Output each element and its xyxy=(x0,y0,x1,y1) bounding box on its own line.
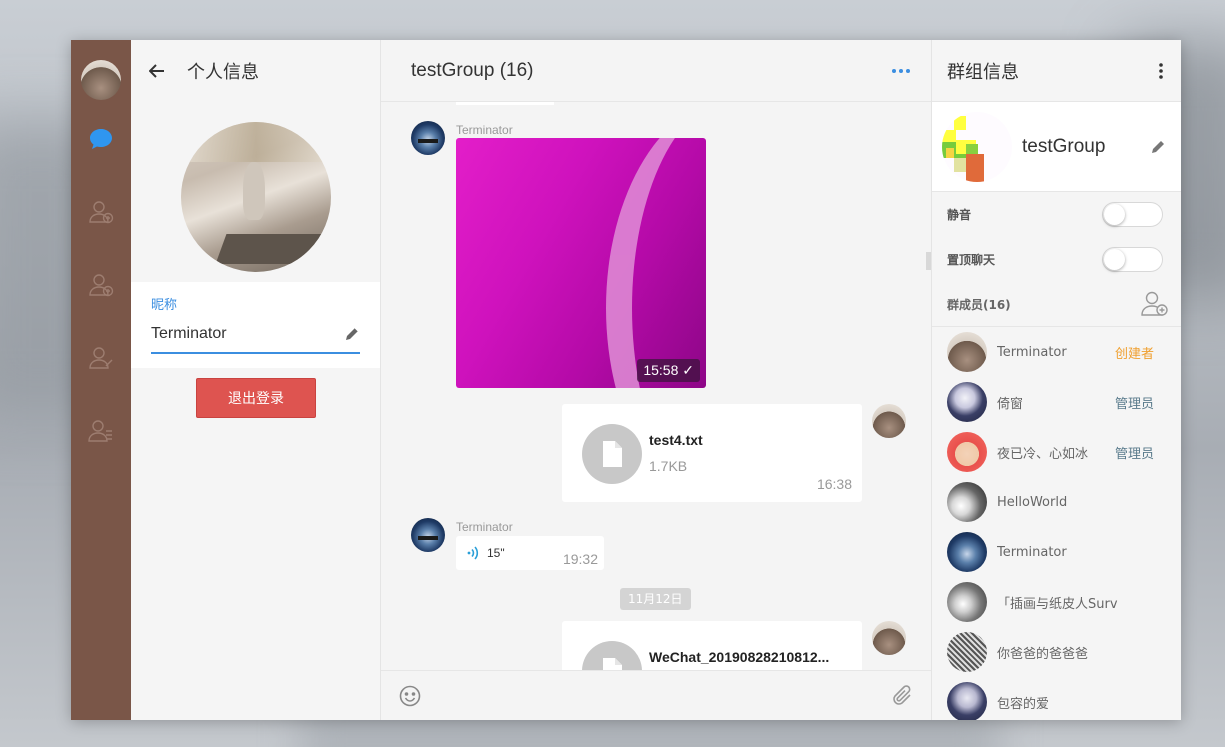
sender-name: Terminator xyxy=(456,123,513,137)
group-header: 群组信息 xyxy=(932,40,1181,102)
file-message[interactable]: test4.txt 1.7KB 16:38 xyxy=(562,404,862,502)
contacts-icon xyxy=(89,201,114,224)
message-time: 16:38 xyxy=(816,476,852,492)
pin-label: 置顶聊天 xyxy=(947,253,996,267)
member-name: Terminator xyxy=(997,544,1067,560)
sender-name: Terminator xyxy=(456,520,513,534)
avatar xyxy=(947,332,987,372)
members-count-label: 群成员(16) xyxy=(947,297,1011,312)
mute-row: 静音 xyxy=(932,192,1181,237)
more-dots-icon[interactable] xyxy=(891,68,911,74)
nav-add-friend[interactable] xyxy=(71,268,131,302)
member-name: 「插画与纸皮人Surv xyxy=(997,596,1118,612)
profile-panel: 个人信息 昵称 Terminator 退出登录 xyxy=(131,40,381,720)
members-header: 群成员(16) xyxy=(932,282,1181,327)
avatar xyxy=(947,582,987,622)
list-item[interactable]: 夜已冷、心如冰 管理员 xyxy=(932,427,1181,477)
my-avatar[interactable] xyxy=(81,60,121,100)
paperclip-icon[interactable] xyxy=(891,684,913,707)
pin-toggle[interactable] xyxy=(1102,247,1163,272)
avatar[interactable] xyxy=(872,404,906,438)
file-icon xyxy=(582,641,642,670)
avatar xyxy=(947,382,987,422)
back-arrow-icon[interactable] xyxy=(149,64,165,78)
group-info-panel: 群组信息 testGroup 静音 置顶聊天 群成员(16) Terminato… xyxy=(932,40,1181,720)
group-name: testGroup xyxy=(1022,135,1106,157)
nav-contacts[interactable] xyxy=(71,195,131,229)
avatar xyxy=(947,532,987,572)
emoji-icon[interactable] xyxy=(399,685,421,707)
member-name: HelloWorld xyxy=(997,494,1068,510)
group-card: testGroup xyxy=(932,102,1181,192)
profile-header: 个人信息 xyxy=(131,40,380,102)
date-divider: 11月12日 xyxy=(620,588,691,610)
mute-label: 静音 xyxy=(947,208,972,222)
member-name: Terminator xyxy=(997,344,1067,360)
group-info-title: 群组信息 xyxy=(947,61,1019,83)
member-name: 包容的爱 xyxy=(997,696,1050,712)
avatar xyxy=(947,682,987,720)
kebab-menu-icon[interactable] xyxy=(1159,62,1163,79)
member-role: 创建者 xyxy=(1114,346,1154,362)
avatar[interactable] xyxy=(872,621,906,655)
add-user-icon xyxy=(89,274,114,297)
group-avatar[interactable] xyxy=(942,111,1012,182)
message-list[interactable]: Terminator 15:58 ✓ test4.txt 1.7KB 16:38… xyxy=(381,102,931,670)
message-time: 19:32 xyxy=(562,551,598,567)
nav-chats[interactable] xyxy=(71,122,131,156)
image-time: 15:58 ✓ xyxy=(637,359,700,382)
scrollbar[interactable] xyxy=(926,252,931,270)
list-item[interactable]: 包容的爱 xyxy=(932,677,1181,720)
member-name: 夜已冷、心如冰 xyxy=(997,446,1089,462)
image-message[interactable]: 15:58 ✓ xyxy=(456,138,706,388)
nickname-field[interactable]: Terminator xyxy=(151,325,360,354)
pencil-icon[interactable] xyxy=(344,326,360,342)
voice-message[interactable]: 15" 19:32 xyxy=(456,536,604,570)
list-item[interactable]: 你爸爸的爸爸爸 xyxy=(932,627,1181,677)
list-item[interactable]: Terminator xyxy=(932,527,1181,577)
nickname-value: Terminator xyxy=(151,325,227,342)
member-list[interactable]: Terminator 创建者 倚窗 管理员 夜已冷、心如冰 管理员 HelloW… xyxy=(932,327,1181,720)
file-name: test4.txt xyxy=(649,432,703,448)
chat-bubble-icon xyxy=(90,129,112,149)
nav-rail xyxy=(71,40,131,720)
pencil-icon[interactable] xyxy=(1150,139,1166,155)
member-name: 你爸爸的爸爸爸 xyxy=(997,646,1089,662)
profile-avatar[interactable] xyxy=(181,122,331,272)
nickname-card: 昵称 Terminator xyxy=(131,282,380,368)
file-size: 1.7KB xyxy=(649,458,688,474)
nav-list[interactable] xyxy=(71,414,131,448)
list-item[interactable]: Terminator 创建者 xyxy=(932,327,1181,377)
pin-row: 置顶聊天 xyxy=(932,237,1181,282)
input-bar xyxy=(381,670,931,720)
add-member-icon[interactable] xyxy=(1141,291,1169,317)
chat-panel: testGroup (16) Terminator 15:58 ✓ test4.… xyxy=(381,40,932,720)
nickname-label: 昵称 xyxy=(151,298,178,313)
profile-title: 个人信息 xyxy=(187,62,259,83)
mute-toggle[interactable] xyxy=(1102,202,1163,227)
list-item[interactable]: 倚窗 管理员 xyxy=(932,377,1181,427)
chat-header: testGroup (16) xyxy=(381,40,931,102)
nav-profile[interactable] xyxy=(71,341,131,375)
file-message[interactable]: WeChat_20190828210812... xyxy=(562,621,862,670)
user-icon xyxy=(89,347,113,369)
logout-button[interactable]: 退出登录 xyxy=(196,378,316,418)
member-name: 倚窗 xyxy=(997,396,1024,412)
avatar xyxy=(947,632,987,672)
member-role: 管理员 xyxy=(1114,396,1154,412)
avatar xyxy=(947,482,987,522)
list-item[interactable]: 「插画与纸皮人Surv xyxy=(932,577,1181,627)
file-name: WeChat_20190828210812... xyxy=(649,649,830,665)
chat-title: testGroup (16) xyxy=(411,59,534,81)
voice-duration: 15" xyxy=(487,546,505,560)
user-list-icon xyxy=(88,420,112,442)
avatar[interactable] xyxy=(411,121,445,155)
list-item[interactable]: HelloWorld xyxy=(932,477,1181,527)
file-icon xyxy=(582,424,642,484)
avatar[interactable] xyxy=(411,518,445,552)
voice-icon xyxy=(467,546,479,560)
member-role: 管理员 xyxy=(1114,446,1154,462)
avatar xyxy=(947,432,987,472)
app-window: 个人信息 昵称 Terminator 退出登录 testGroup (16) T… xyxy=(71,40,1181,720)
